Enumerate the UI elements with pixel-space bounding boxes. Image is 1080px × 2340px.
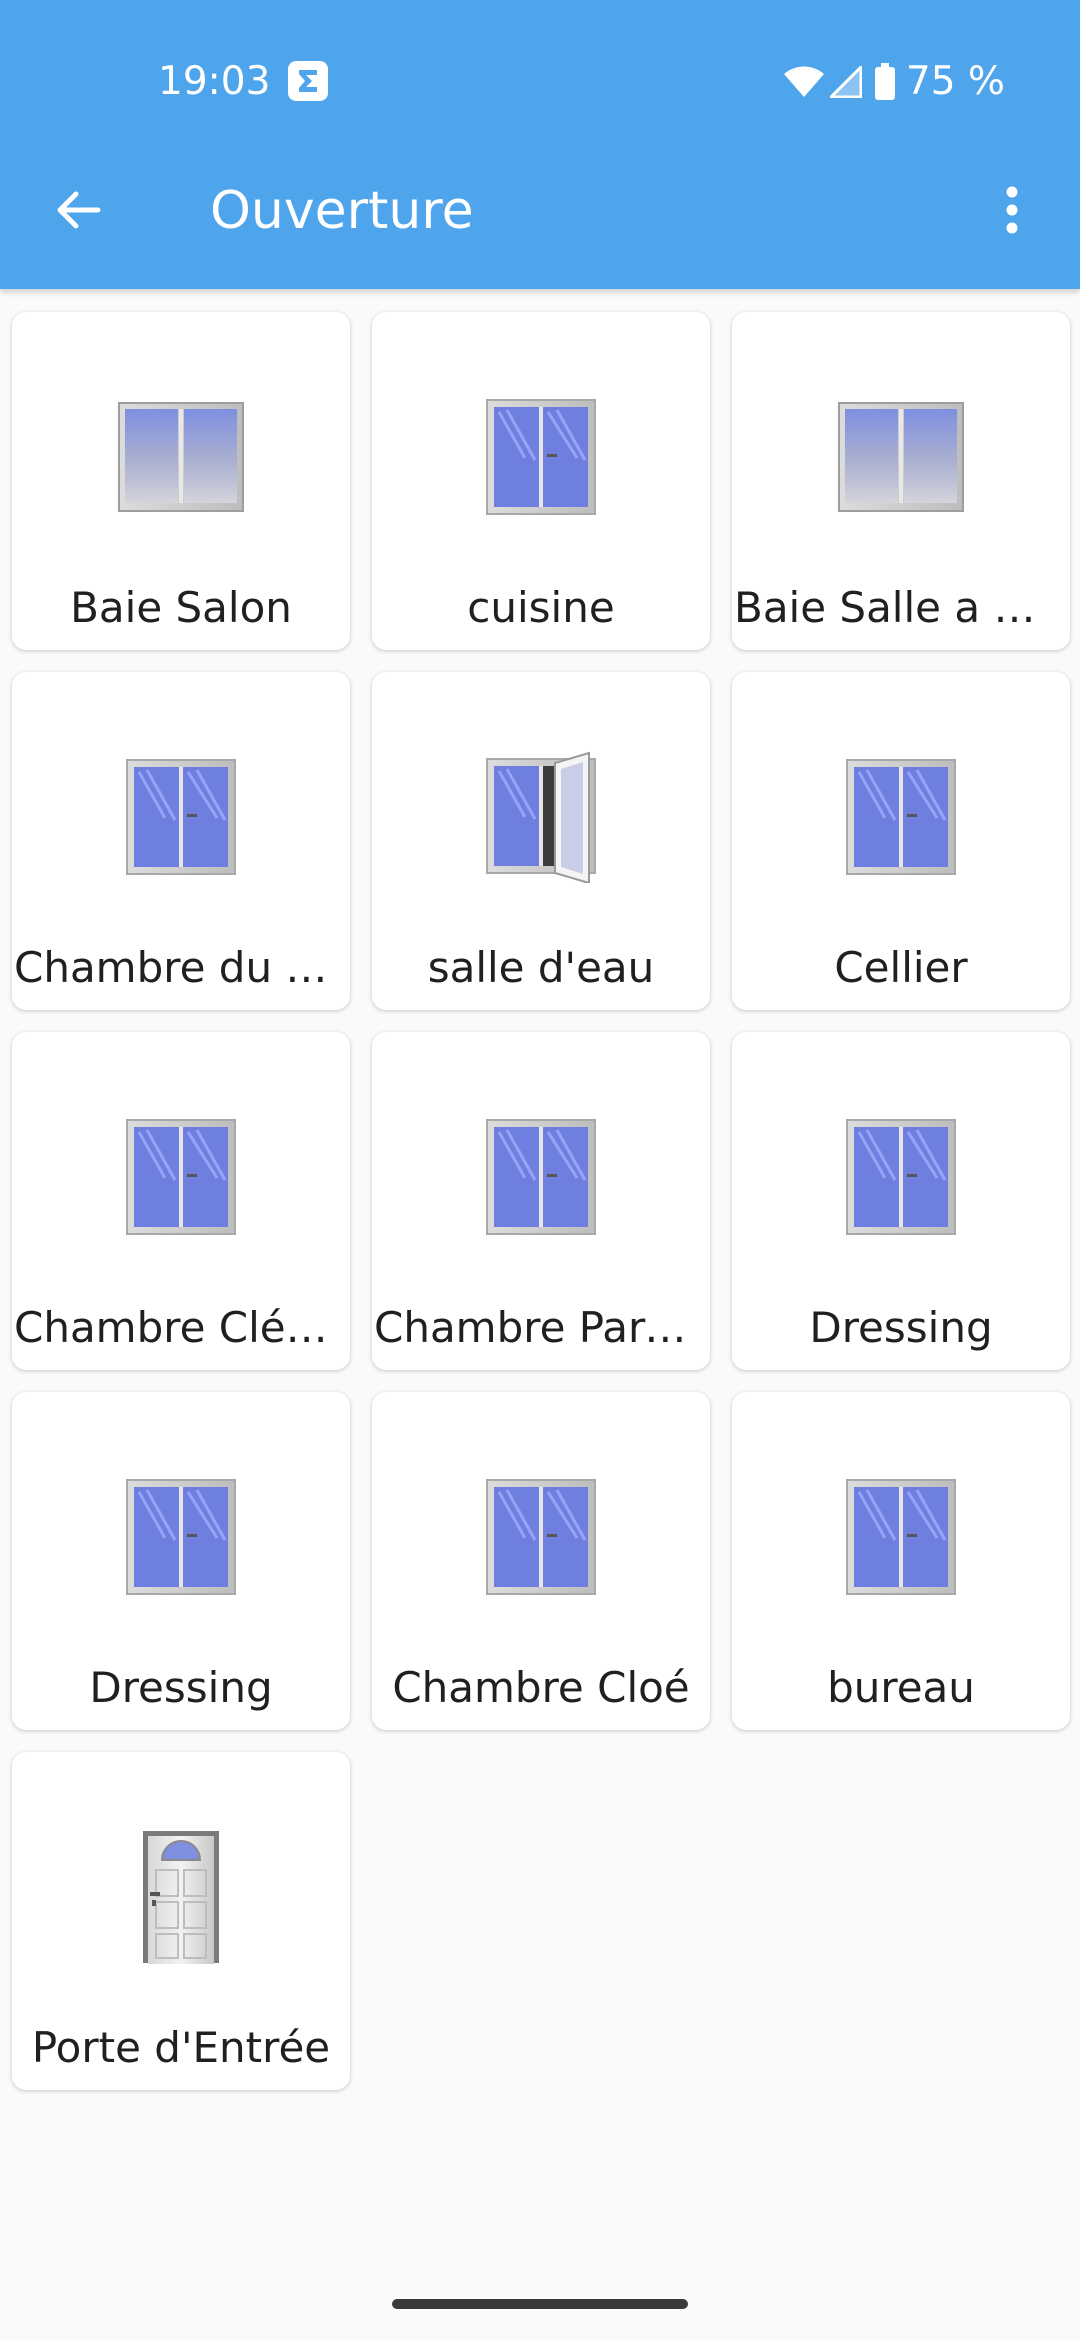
tile-chambre-du-bas[interactable]: Chambre du Bas [12, 672, 350, 1010]
openings-grid: Baie Salon cuisine Baie Salle a manger [12, 312, 1071, 2090]
door-closed-icon [116, 1831, 246, 1964]
status-time: 19:03 [158, 59, 271, 104]
back-button[interactable] [40, 172, 116, 248]
tile-label: salle d'eau [427, 943, 655, 992]
tile-label: Chambre Parents [374, 1303, 710, 1352]
tile-label: Baie Salle a manger [734, 583, 1070, 632]
window-closed-icon [116, 752, 246, 882]
tile-porte-d-entree[interactable]: Porte d'Entrée [12, 1752, 350, 2090]
tile-label: Chambre Cloé [392, 1663, 690, 1712]
window-closed-icon [476, 1112, 606, 1242]
tile-bureau[interactable]: bureau [732, 1392, 1070, 1730]
window-closed-icon [836, 1472, 966, 1602]
app-bar: 19:03 75 % Ouverture [0, 0, 1080, 289]
tile-dressing-2[interactable]: Dressing [12, 1392, 350, 1730]
tile-label: Dressing [809, 1303, 993, 1352]
window-closed-icon [476, 1472, 606, 1602]
window-closed-icon [116, 1472, 246, 1602]
tile-label: cuisine [467, 583, 615, 632]
tile-baie-salon[interactable]: Baie Salon [12, 312, 350, 650]
window-closed-icon [116, 1112, 246, 1242]
tile-cellier[interactable]: Cellier [732, 672, 1070, 1010]
window-open-icon [476, 751, 606, 883]
signal-icon [829, 66, 862, 98]
window-closed-icon [836, 1112, 966, 1242]
tile-label: Baie Salon [70, 583, 292, 632]
window-closed-icon [476, 392, 606, 522]
tile-chambre-cloe[interactable]: Chambre Cloé [372, 1392, 710, 1730]
page-title: Ouverture [210, 181, 474, 241]
sliding-window-icon [116, 392, 246, 522]
tile-chambre-parents[interactable]: Chambre Parents [372, 1032, 710, 1370]
tile-label: bureau [827, 1663, 975, 1712]
sliding-window-icon [836, 392, 966, 522]
more-vert-icon [1006, 186, 1018, 234]
window-closed-icon [836, 752, 966, 882]
tile-label: Dressing [89, 1663, 273, 1712]
status-icons: 75 % [783, 58, 1005, 106]
overflow-menu-button[interactable] [974, 172, 1050, 248]
tile-salle-d-eau[interactable]: salle d'eau [372, 672, 710, 1010]
wifi-icon [783, 66, 824, 98]
home-indicator[interactable] [392, 2299, 688, 2309]
battery-icon [874, 63, 896, 101]
arrow-left-icon [57, 191, 101, 229]
tile-label: Chambre Clément [14, 1303, 350, 1352]
tile-label: Cellier [834, 943, 968, 992]
battery-percent: 75 % [905, 59, 1005, 104]
sigma-icon [287, 60, 329, 102]
tile-label: Porte d'Entrée [31, 2023, 331, 2072]
tile-label: Chambre du Bas [14, 943, 350, 992]
tile-baie-salle-a-manger[interactable]: Baie Salle a manger [732, 312, 1070, 650]
tile-dressing-1[interactable]: Dressing [732, 1032, 1070, 1370]
tile-cuisine[interactable]: cuisine [372, 312, 710, 650]
tile-chambre-clement[interactable]: Chambre Clément [12, 1032, 350, 1370]
